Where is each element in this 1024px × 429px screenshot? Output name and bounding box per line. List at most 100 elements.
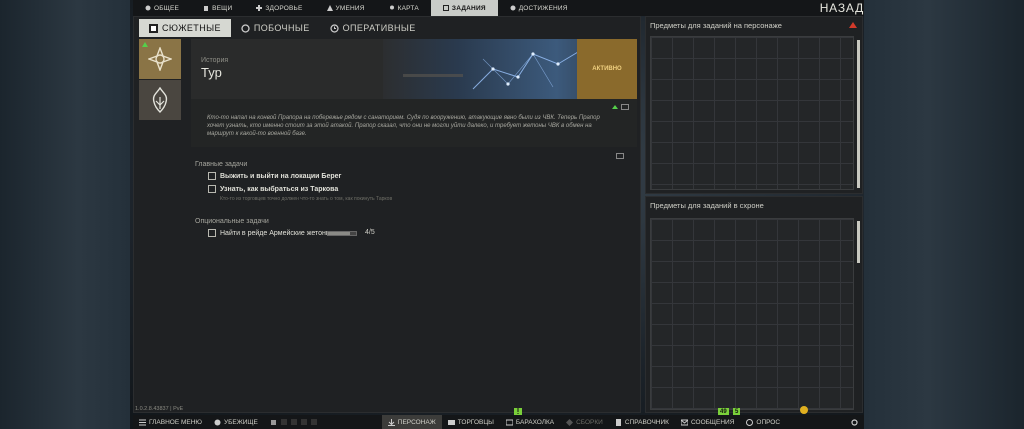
- green-arrow-icon: [612, 105, 618, 109]
- handbook-button[interactable]: СПРАВОЧНИК: [609, 415, 675, 429]
- tab-items[interactable]: ВЕЩИ: [191, 0, 244, 16]
- slot-icon[interactable]: [290, 419, 297, 425]
- task-checkbox[interactable]: [208, 185, 216, 193]
- slot-icon[interactable]: [300, 419, 307, 425]
- subtab-operational[interactable]: ОПЕРАТИВНЫЕ: [320, 19, 426, 37]
- main-menu-label: ГЛАВНОЕ МЕНЮ: [149, 418, 202, 426]
- main-menu-button[interactable]: ГЛАВНОЕ МЕНЮ: [133, 415, 208, 429]
- health-icon: [256, 5, 263, 11]
- top-navigation: ОБЩЕЕ ВЕЩИ ЗДОРОВЬЕ УМЕНИЯ КАРТА ЗАДАНИЯ…: [133, 0, 864, 16]
- new-indicator-icon: [142, 42, 148, 47]
- quest-banner: История Тур АКТИВНО: [191, 39, 637, 99]
- backpack-icon: [204, 6, 209, 11]
- tab-skills[interactable]: УМЕНИЯ: [315, 0, 377, 16]
- hideout-icon: [214, 419, 221, 425]
- quest-description: Кто-то напал на конвой Прапора на побере…: [207, 115, 600, 137]
- stash-items-scrollbar[interactable]: [857, 221, 860, 263]
- quest-status-badge: АКТИВНО: [577, 39, 637, 99]
- achievements-icon: [510, 5, 516, 11]
- messages-label: СООБЩЕНИЯ: [690, 418, 735, 426]
- tab-health[interactable]: ЗДОРОВЬЕ: [244, 0, 314, 16]
- note-icon[interactable]: [621, 104, 629, 110]
- hideout-button[interactable]: УБЕЖИЩЕ: [208, 415, 264, 429]
- back-button[interactable]: НАЗАД: [820, 1, 864, 15]
- clock-icon: [330, 23, 339, 33]
- traders-button[interactable]: ТОРГОВЦЫ: [442, 415, 500, 429]
- character-items-title: Предметы для заданий на персонаже: [650, 21, 782, 30]
- tab-items-label: ВЕЩИ: [212, 4, 233, 12]
- subtab-story[interactable]: СЮЖЕТНЫЕ: [139, 19, 231, 37]
- survey-label: ОПРОС: [756, 418, 781, 426]
- tasks-note-icons: [616, 153, 624, 159]
- survey-icon: [746, 418, 754, 426]
- gas-mask-icon[interactable]: [270, 419, 277, 426]
- tab-map[interactable]: КАРТА: [377, 0, 431, 16]
- tab-general-label: ОБЩЕЕ: [154, 4, 180, 12]
- hideout-quick-slots: [264, 415, 323, 429]
- quest-icon-list: [139, 39, 181, 121]
- notification-bell-icon[interactable]: [800, 406, 808, 414]
- quest-panel: СЮЖЕТНЫЕ ПОБОЧНЫЕ ОПЕРАТИВНЫЕ История Ту…: [133, 16, 641, 413]
- optional-task-progress-bar: [327, 231, 357, 236]
- handbook-icon: [615, 418, 621, 426]
- survey-button[interactable]: ОПРОС: [740, 415, 786, 429]
- character-items-scrollbar[interactable]: [857, 40, 860, 188]
- handbook-label: СПРАВОЧНИК: [624, 418, 669, 426]
- subtab-side[interactable]: ПОБОЧНЫЕ: [231, 19, 320, 37]
- main-task-1[interactable]: Выжить и выйти на локации Берег: [208, 172, 341, 180]
- slot-icon[interactable]: [310, 419, 317, 425]
- traders-label: ТОРГОВЦЫ: [457, 418, 494, 426]
- version-text: 1.0.2.8.43837 | PvE: [135, 406, 184, 412]
- skills-icon: [326, 5, 333, 11]
- tab-achievements[interactable]: ДОСТИЖЕНИЯ: [498, 0, 580, 16]
- character-button[interactable]: ПЕРСОНАЖ: [381, 415, 442, 429]
- task-checkbox[interactable]: [208, 229, 216, 237]
- tab-achievements-label: ДОСТИЖЕНИЯ: [518, 4, 568, 12]
- stash-items-title: Предметы для заданий в схроне: [650, 201, 764, 210]
- quest-category: История: [201, 57, 229, 64]
- flea-market-label: БАРАХОЛКА: [515, 418, 555, 426]
- tab-tasks-label: ЗАДАНИЯ: [451, 4, 486, 12]
- tab-tasks[interactable]: ЗАДАНИЯ: [430, 0, 498, 16]
- tab-health-label: ЗДОРОВЬЕ: [265, 4, 303, 12]
- compass-emblem-icon: [148, 47, 172, 71]
- main-task-1-label: Выжить и выйти на локации Берег: [220, 172, 342, 180]
- flea-market-button[interactable]: БАРАХОЛКА: [500, 415, 560, 429]
- quest-icon-active[interactable]: [139, 39, 181, 79]
- side-quest-icon: [241, 23, 250, 33]
- tab-general[interactable]: ОБЩЕЕ: [133, 0, 191, 16]
- subtab-story-label: СЮЖЕТНЫЕ: [162, 23, 221, 33]
- warning-icon: [849, 22, 857, 28]
- builds-icon: [566, 418, 574, 426]
- messages-button[interactable]: СООБЩЕНИЯ: [675, 415, 740, 429]
- main-task-2-label: Узнать, как выбраться из Таркова: [220, 185, 339, 193]
- story-icon: [149, 23, 158, 33]
- optional-task-1-label: Найти в рейде Армейские жетоны: [220, 229, 331, 237]
- optional-task-progress-text: 4/5: [365, 229, 375, 236]
- stash-items-grid[interactable]: [650, 218, 854, 410]
- menu-icon: [139, 419, 146, 425]
- builds-button[interactable]: СБОРКИ: [560, 415, 609, 429]
- flame-emblem-icon: [152, 87, 168, 113]
- character-items-grid[interactable]: [650, 36, 854, 190]
- character-items-panel: Предметы для заданий на персонаже: [645, 16, 863, 194]
- quest-subtabs: СЮЖЕТНЫЕ ПОБОЧНЫЕ ОПЕРАТИВНЫЕ: [139, 19, 426, 37]
- description-icons: [612, 104, 629, 110]
- slot-icon[interactable]: [280, 419, 287, 425]
- stash-items-panel: Предметы для заданий в схроне: [645, 196, 863, 413]
- optional-task-1[interactable]: Найти в рейде Армейские жетоны: [208, 229, 331, 237]
- flea-market-icon: [505, 419, 513, 425]
- info-icon: [145, 5, 151, 11]
- character-label: ПЕРСОНАЖ: [397, 418, 436, 426]
- tasks-note-icon[interactable]: [616, 153, 624, 159]
- settings-button[interactable]: [845, 415, 864, 429]
- quest-description-box: Кто-то напал на конвой Прапора на побере…: [191, 99, 637, 147]
- main-task-2[interactable]: Узнать, как выбраться из Таркова: [208, 185, 338, 193]
- background-left: [0, 0, 130, 429]
- map-pin-icon: [389, 5, 394, 10]
- subtab-side-label: ПОБОЧНЫЕ: [253, 23, 310, 33]
- quest-icon-secondary[interactable]: [139, 80, 181, 120]
- messages-icon: [680, 419, 688, 425]
- task-checkbox[interactable]: [208, 172, 216, 180]
- main-task-2-hint: Кто-то из торговцев точно должен что-то …: [220, 196, 393, 202]
